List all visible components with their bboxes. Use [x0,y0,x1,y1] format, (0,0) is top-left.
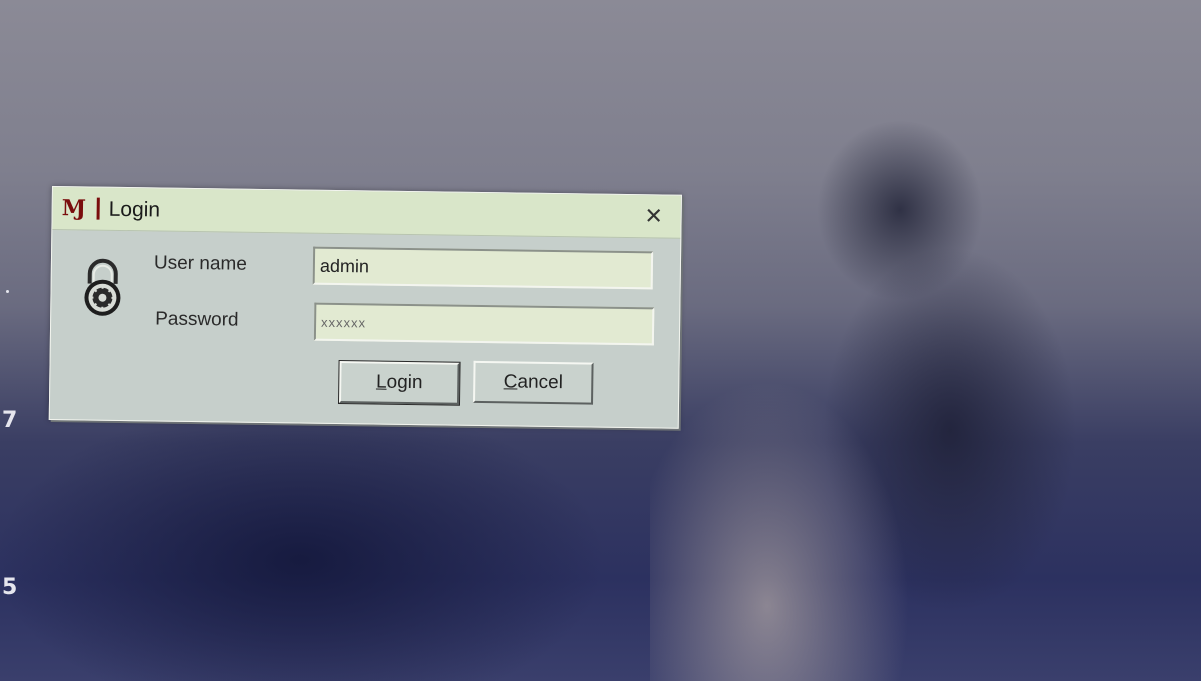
edge-digit-bottom: 5 [2,575,18,600]
password-label: Password [155,308,239,331]
app-logo-bar [96,197,100,220]
light-glare [650,380,910,681]
close-icon[interactable]: ✕ [642,203,664,228]
cancel-mnemonic: C [503,371,518,393]
password-input[interactable] [313,302,655,346]
username-label: User name [153,252,247,275]
dialog-title: Login [108,197,161,222]
padlock-icon [84,258,121,316]
edge-digit-top: 7 [2,408,18,433]
edge-dot [6,290,9,293]
login-mnemonic: L [375,371,387,393]
username-input[interactable] [312,246,654,290]
cancel-label-rest: ancel [517,371,564,394]
login-label-rest: ogin [386,371,423,394]
app-logo-glyph: Ɱ [61,195,85,222]
login-button[interactable]: Login [337,359,461,406]
photo-background: 7 5 Ɱ Login ✕ User name admin Password x… [0,0,1201,681]
login-dialog: Ɱ Login ✕ User name admin Password xxxxx… [48,186,682,429]
app-logo-icon: Ɱ [61,195,100,222]
title-bar[interactable]: Ɱ Login ✕ [52,187,681,239]
cancel-button[interactable]: Cancel [473,360,594,405]
